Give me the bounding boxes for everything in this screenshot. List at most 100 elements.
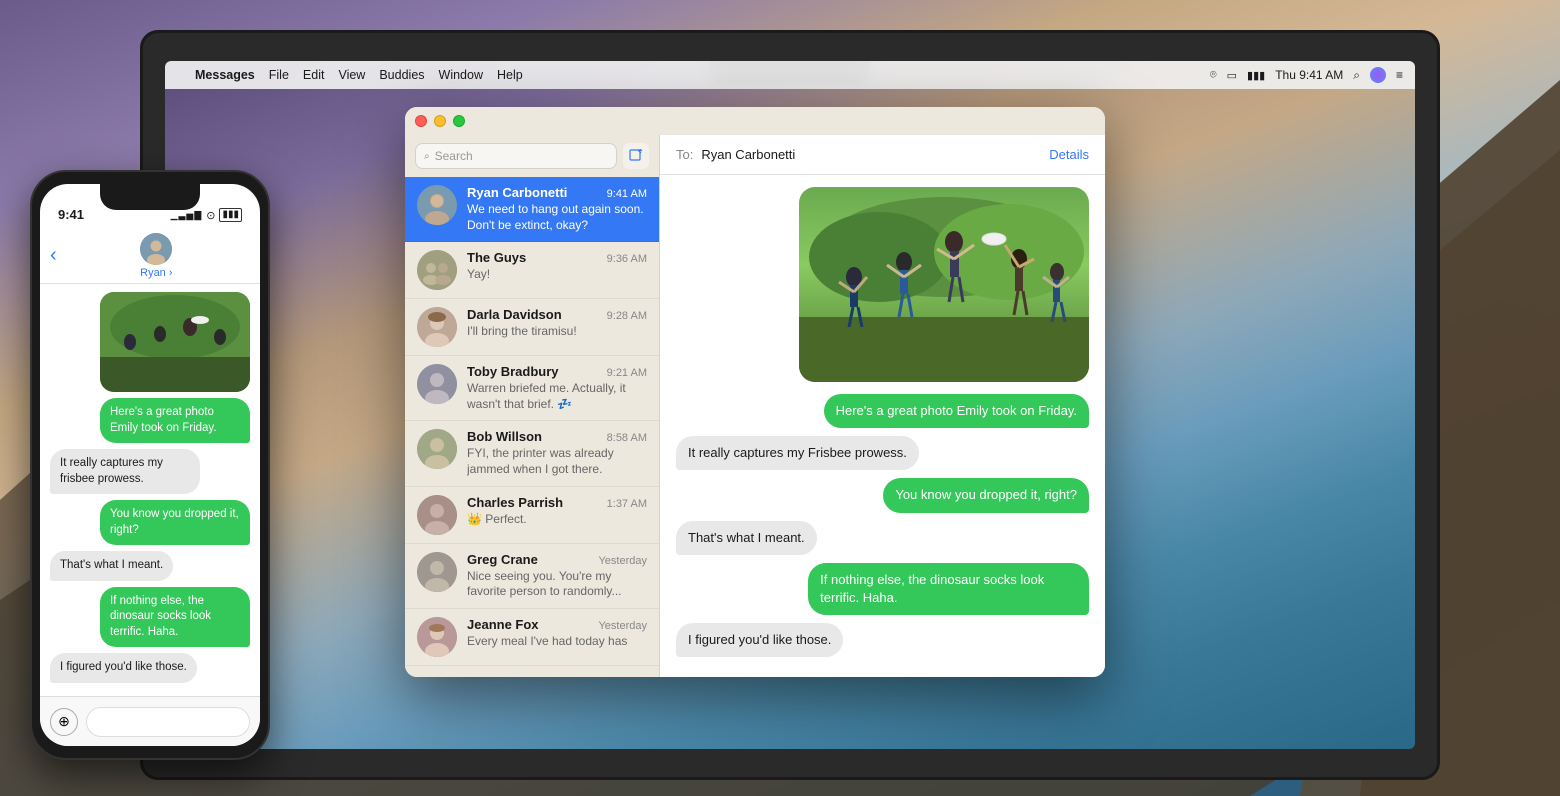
conversation-bob[interactable]: Bob Willson 8:58 AM FYI, the printer was… — [405, 421, 659, 486]
iphone-contact-info: Ryan › — [63, 233, 250, 279]
chat-header: To: Ryan Carbonetti Details — [660, 135, 1105, 175]
details-button[interactable]: Details — [1049, 147, 1089, 162]
compose-icon — [629, 149, 643, 163]
conv-name-guys: The Guys — [467, 250, 526, 265]
battery-icon: ▮▮▮ — [1247, 69, 1265, 82]
sidebar-search-row: ⌕ Search — [405, 135, 659, 177]
conv-content-ryan: Ryan Carbonetti 9:41 AM We need to hang … — [467, 185, 647, 233]
iphone-contact-name[interactable]: Ryan › — [140, 267, 172, 279]
iphone-body: 9:41 ▁▃▅▇ ⊙ ▮▮▮ ‹ — [30, 170, 270, 760]
conv-name-darla: Darla Davidson — [467, 307, 562, 322]
avatar-greg — [417, 552, 457, 592]
conv-preview-jeanne: Every meal I've had today has — [467, 634, 647, 650]
avatar-darla — [417, 307, 457, 347]
conv-preview-toby: Warren briefed me. Actually, it wasn't t… — [467, 381, 647, 412]
iphone-camera-button[interactable]: ⊕ — [50, 708, 78, 736]
minimize-button[interactable] — [434, 115, 446, 127]
iphone-bubble-received-3: I figured you'd like those. — [50, 653, 197, 683]
conv-preview-guys: Yay! — [467, 267, 647, 283]
conversation-darla[interactable]: Darla Davidson 9:28 AM I'll bring the ti… — [405, 299, 659, 356]
menu-edit[interactable]: Edit — [303, 68, 325, 82]
macbook-body: Messages File Edit View Buddies Window H… — [140, 30, 1440, 780]
conversation-greg[interactable]: Greg Crane Yesterday Nice seeing you. Yo… — [405, 544, 659, 609]
conv-preview-greg: Nice seeing you. You're my favorite pers… — [467, 569, 647, 600]
app-name-menu[interactable]: Messages — [195, 68, 255, 82]
back-button[interactable]: ‹ — [50, 244, 57, 267]
maximize-button[interactable] — [453, 115, 465, 127]
iphone-bubble-sent-2: You know you dropped it, right? — [100, 500, 250, 545]
conv-name-bob: Bob Willson — [467, 429, 542, 444]
conv-time-bob: 8:58 AM — [607, 432, 647, 444]
avatar-guys-image — [417, 250, 457, 290]
conversation-charles[interactable]: Charles Parrish 1:37 AM 👑 Perfect. — [405, 487, 659, 544]
compose-button[interactable] — [623, 143, 649, 169]
iphone-bubble-sent-1: Here's a great photo Emily took on Frida… — [100, 398, 250, 443]
conv-content-toby: Toby Bradbury 9:21 AM Warren briefed me.… — [467, 364, 647, 412]
iphone-photo-inner — [100, 292, 250, 392]
menu-help[interactable]: Help — [497, 68, 523, 82]
iphone-clock: 9:41 — [58, 207, 84, 222]
iphone-frisbee-svg — [100, 292, 250, 392]
control-center-icon[interactable]: ≡ — [1396, 68, 1403, 82]
conv-time-darla: 9:28 AM — [607, 310, 647, 322]
search-box[interactable]: ⌕ Search — [415, 143, 617, 169]
avatar-jeanne-image — [417, 617, 457, 657]
wifi-icon-iphone: ⊙ — [206, 209, 215, 222]
menu-view[interactable]: View — [338, 68, 365, 82]
iphone-notch — [100, 184, 200, 210]
close-button[interactable] — [415, 115, 427, 127]
conversation-toby[interactable]: Toby Bradbury 9:21 AM Warren briefed me.… — [405, 356, 659, 421]
chat-area: To: Ryan Carbonetti Details — [660, 135, 1105, 677]
conv-time-ryan: 9:41 AM — [607, 188, 647, 200]
chat-bubble-sent-1: Here's a great photo Emily took on Frida… — [824, 394, 1089, 428]
menu-bar-left: Messages File Edit View Buddies Window H… — [177, 68, 523, 82]
macbook-screen: Messages File Edit View Buddies Window H… — [165, 61, 1415, 749]
conv-content-charles: Charles Parrish 1:37 AM 👑 Perfect. — [467, 495, 647, 528]
conv-header-ryan: Ryan Carbonetti 9:41 AM — [467, 185, 647, 200]
iphone-chat-header: ‹ Ryan › — [40, 228, 260, 284]
conv-header-jeanne: Jeanne Fox Yesterday — [467, 617, 647, 632]
avatar-toby-image — [417, 364, 457, 404]
conversations-sidebar: ⌕ Search — [405, 135, 660, 677]
chat-messages: Here's a great photo Emily took on Frida… — [660, 175, 1105, 677]
window-titlebar — [405, 107, 1105, 135]
conv-content-greg: Greg Crane Yesterday Nice seeing you. Yo… — [467, 552, 647, 600]
iphone-bubble-sent-3: If nothing else, the dinosaur socks look… — [100, 587, 250, 648]
search-icon: ⌕ — [424, 151, 430, 162]
avatar-charles-image — [417, 495, 457, 535]
messages-window: ⌕ Search — [405, 107, 1105, 677]
conv-name-jeanne: Jeanne Fox — [467, 617, 539, 632]
menu-buddies[interactable]: Buddies — [379, 68, 424, 82]
conv-header-bob: Bob Willson 8:58 AM — [467, 429, 647, 444]
conversation-ryan-carbonetti[interactable]: Ryan Carbonetti 9:41 AM We need to hang … — [405, 177, 659, 242]
airplay-icon: ▭ — [1227, 69, 1237, 82]
chat-bubble-received-1: It really captures my Frisbee prowess. — [676, 436, 919, 470]
menu-window[interactable]: Window — [439, 68, 483, 82]
iphone-bubble-received-2: That's what I meant. — [50, 551, 173, 581]
spotlight-icon[interactable]: ⌕ — [1353, 68, 1360, 83]
menu-file[interactable]: File — [269, 68, 289, 82]
conversation-the-guys[interactable]: The Guys 9:36 AM Yay! — [405, 242, 659, 299]
iphone-status-icons: ▁▃▅▇ ⊙ ▮▮▮ — [171, 208, 242, 222]
avatar-greg-image — [417, 552, 457, 592]
menu-bar: Messages File Edit View Buddies Window H… — [165, 61, 1415, 89]
iphone-avatar — [140, 233, 172, 265]
conv-content-jeanne: Jeanne Fox Yesterday Every meal I've had… — [467, 617, 647, 650]
conv-time-guys: 9:36 AM — [607, 253, 647, 265]
avatar-toby — [417, 364, 457, 404]
conv-time-charles: 1:37 AM — [607, 498, 647, 510]
conv-time-jeanne: Yesterday — [598, 620, 647, 632]
avatar-guys — [417, 250, 457, 290]
chat-bubble-sent-3: If nothing else, the dinosaur socks look… — [808, 563, 1089, 615]
chat-bubble-sent-2: You know you dropped it, right? — [883, 478, 1089, 512]
conv-content-guys: The Guys 9:36 AM Yay! — [467, 250, 647, 283]
chat-recipient-name: Ryan Carbonetti — [701, 147, 795, 162]
conv-content-bob: Bob Willson 8:58 AM FYI, the printer was… — [467, 429, 647, 477]
siri-icon[interactable] — [1370, 67, 1386, 83]
iphone-bubble-received-1: It really captures my frisbee prowess. — [50, 449, 200, 494]
conv-preview-ryan: We need to hang out again soon. Don't be… — [467, 202, 647, 233]
chat-bubble-received-2: That's what I meant. — [676, 521, 817, 555]
conversation-jeanne[interactable]: Jeanne Fox Yesterday Every meal I've had… — [405, 609, 659, 666]
iphone-message-input[interactable] — [86, 707, 250, 737]
frisbee-photo-svg — [799, 187, 1089, 382]
